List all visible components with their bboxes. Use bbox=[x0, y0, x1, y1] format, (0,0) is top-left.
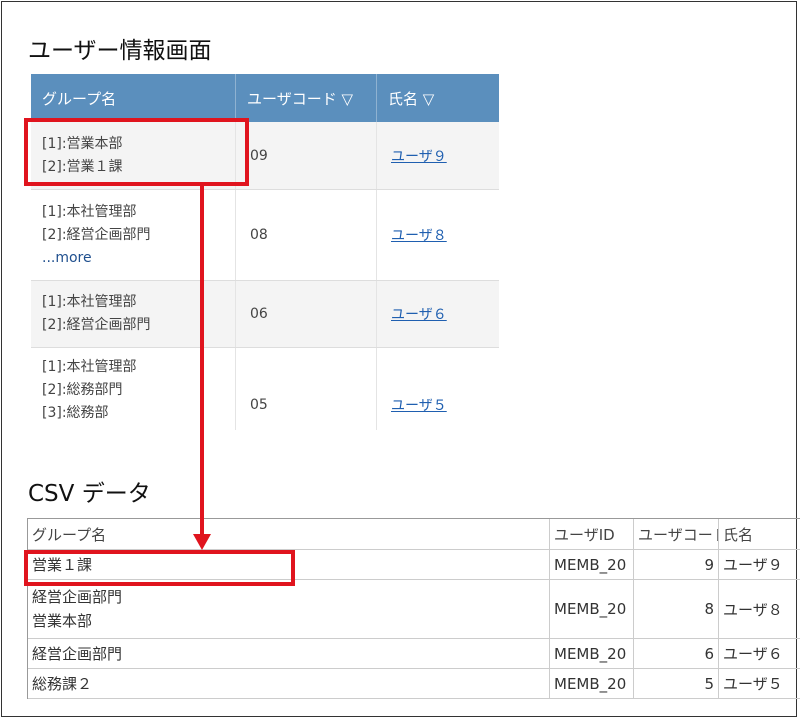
csv-header-group: グループ名 bbox=[28, 519, 550, 549]
csv-row: 総務課２ MEMB_20 5 ユーザ５ bbox=[28, 669, 800, 699]
csv-cell-name[interactable]: ユーザ９ bbox=[719, 550, 800, 579]
csv-cell-user-code[interactable]: 6 bbox=[634, 639, 719, 668]
column-header-group[interactable]: グループ名 bbox=[31, 74, 236, 122]
csv-row: 経営企画部門 営業本部 MEMB_20 8 ユーザ８ bbox=[28, 580, 800, 639]
user-code-cell: 05 bbox=[236, 348, 377, 430]
arrow-down-icon bbox=[193, 534, 211, 550]
csv-cell-group[interactable]: 経営企画部門 営業本部 bbox=[28, 580, 550, 638]
user-info-title: ユーザー情報画面 bbox=[28, 38, 212, 64]
csv-cell-user-code[interactable]: 8 bbox=[634, 580, 719, 638]
csv-row: 経営企画部門 MEMB_20 6 ユーザ６ bbox=[28, 639, 800, 669]
csv-header-row: グループ名 ユーザID ユーザコード 氏名 bbox=[28, 519, 800, 550]
group-entry: [1]:本社管理部 bbox=[42, 294, 137, 310]
table-row: [1]:本社管理部 [2]:総務部門 [3]:総務部 05 ユーザ５ bbox=[31, 348, 499, 430]
csv-cell-user-id[interactable]: MEMB_20 bbox=[550, 580, 634, 638]
group-entry: [2]:総務部門 bbox=[42, 382, 123, 398]
csv-cell-name[interactable]: ユーザ６ bbox=[719, 639, 800, 668]
csv-header-name: 氏名 bbox=[719, 519, 800, 549]
user-table-header: グループ名 ユーザコード ▽ 氏名 ▽ bbox=[31, 74, 499, 122]
group-entry: [1]:本社管理部 bbox=[42, 359, 137, 375]
csv-title: CSV データ bbox=[28, 481, 151, 507]
group-cell: [1]:本社管理部 [2]:経営企画部門 ...more bbox=[31, 190, 236, 280]
table-row: [1]:本社管理部 [2]:経営企画部門 ...more 08 ユーザ８ bbox=[31, 190, 499, 281]
group-cell: [1]:本社管理部 [2]:経営企画部門 bbox=[31, 281, 236, 347]
csv-cell-user-id[interactable]: MEMB_20 bbox=[550, 639, 634, 668]
csv-cell-user-id[interactable]: MEMB_20 bbox=[550, 669, 634, 698]
csv-cell-group[interactable]: 経営企画部門 bbox=[28, 639, 550, 668]
csv-cell-group[interactable]: 総務課２ bbox=[28, 669, 550, 698]
user-code-cell: 08 bbox=[236, 190, 377, 280]
more-link[interactable]: ...more bbox=[42, 247, 235, 270]
user-name-link[interactable]: ユーザ５ bbox=[391, 395, 447, 415]
csv-sheet: グループ名 ユーザID ユーザコード 氏名 営業１課 MEMB_20 9 ユーザ… bbox=[27, 518, 800, 699]
name-cell: ユーザ５ bbox=[377, 348, 499, 430]
csv-group-line: 営業本部 bbox=[32, 612, 93, 630]
user-code-cell: 09 bbox=[236, 122, 377, 189]
user-name-link[interactable]: ユーザ６ bbox=[391, 304, 447, 324]
csv-cell-name[interactable]: ユーザ５ bbox=[719, 669, 800, 698]
user-name-link[interactable]: ユーザ９ bbox=[391, 146, 447, 166]
csv-cell-user-id[interactable]: MEMB_20 bbox=[550, 550, 634, 579]
name-cell: ユーザ８ bbox=[377, 190, 499, 280]
annotation-arrow-line bbox=[200, 186, 204, 536]
group-entry: [3]:総務部 bbox=[42, 405, 109, 421]
column-header-user-code[interactable]: ユーザコード ▽ bbox=[236, 74, 377, 122]
csv-group-line: 経営企画部門 bbox=[32, 588, 123, 606]
highlight-box-user-groups bbox=[24, 118, 249, 186]
group-cell: [1]:本社管理部 [2]:総務部門 [3]:総務部 bbox=[31, 348, 236, 430]
highlight-box-csv-group bbox=[24, 550, 295, 586]
csv-cell-user-code[interactable]: 5 bbox=[634, 669, 719, 698]
user-code-cell: 06 bbox=[236, 281, 377, 347]
user-name-link[interactable]: ユーザ８ bbox=[391, 225, 447, 245]
csv-header-user-code: ユーザコード bbox=[634, 519, 719, 549]
name-cell: ユーザ９ bbox=[377, 122, 499, 189]
table-row: [1]:本社管理部 [2]:経営企画部門 06 ユーザ６ bbox=[31, 281, 499, 348]
group-entry: [1]:本社管理部 bbox=[42, 203, 137, 220]
group-entry: [2]:経営企画部門 bbox=[42, 317, 151, 333]
name-cell: ユーザ６ bbox=[377, 281, 499, 347]
csv-cell-name[interactable]: ユーザ８ bbox=[719, 580, 800, 638]
column-header-name[interactable]: 氏名 ▽ bbox=[377, 74, 499, 122]
group-entry: [2]:経営企画部門 bbox=[42, 226, 151, 243]
csv-cell-user-code[interactable]: 9 bbox=[634, 550, 719, 579]
csv-header-user-id: ユーザID bbox=[550, 519, 634, 549]
